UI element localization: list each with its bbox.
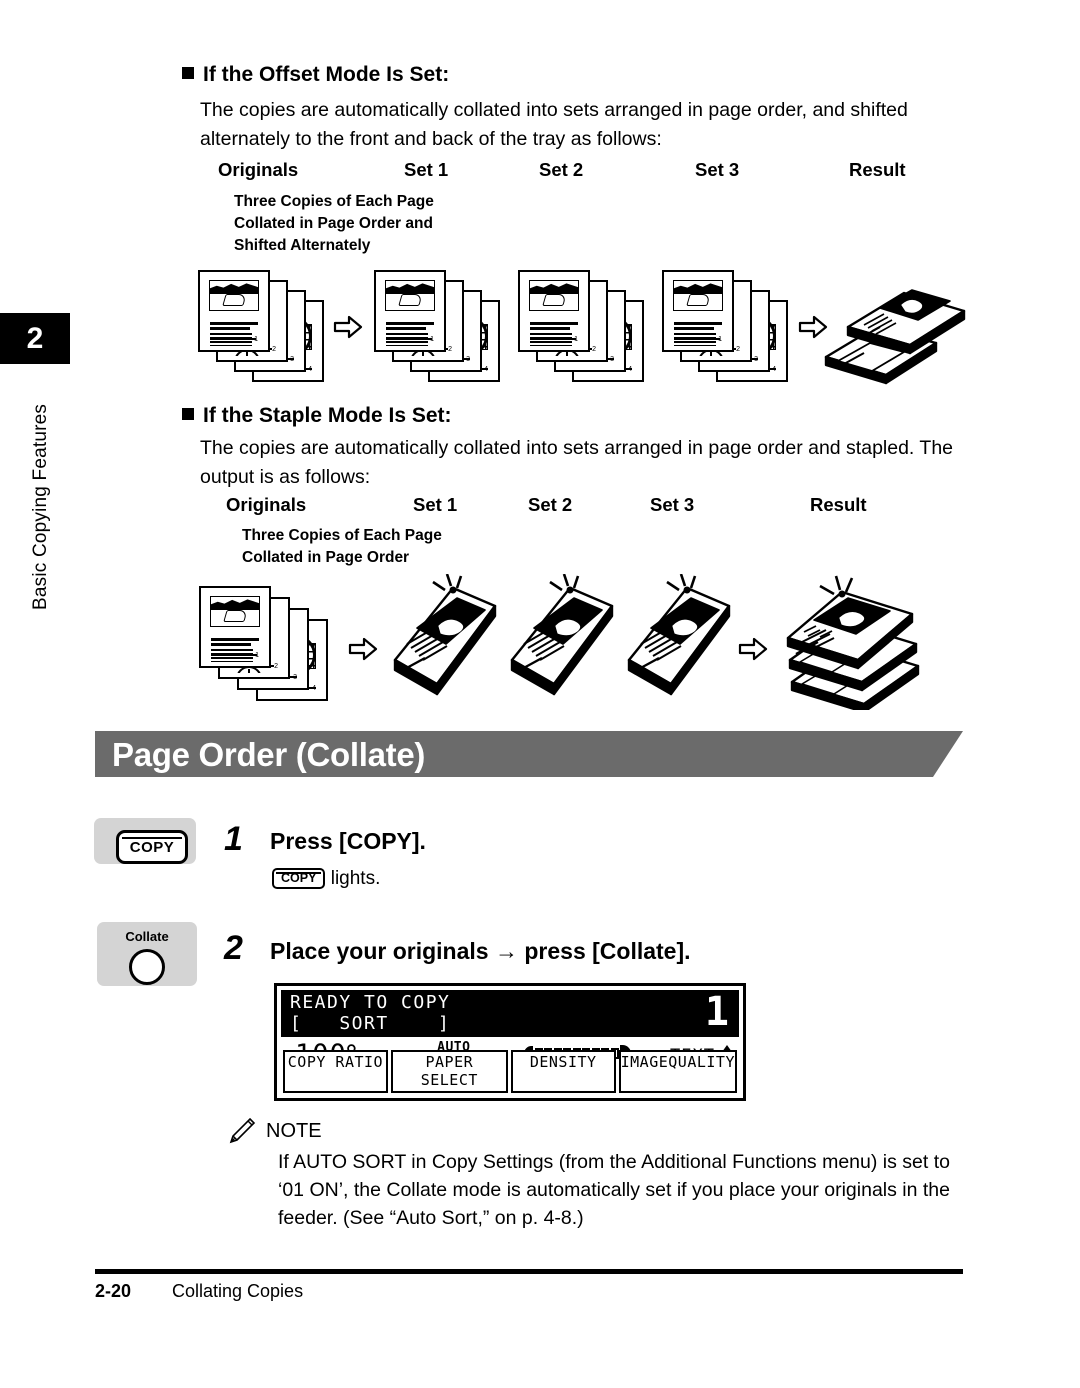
collate-key-label: Collate	[125, 929, 169, 944]
section-body-staple: The copies are automatically collated in…	[200, 437, 954, 488]
lcd-button-copy-ratio[interactable]: COPY RATIO	[283, 1050, 388, 1093]
step-number-1: 1	[224, 820, 243, 858]
lcd-copy-count: 1	[704, 989, 729, 1035]
pencil-icon	[228, 1116, 256, 1144]
note-label: NOTE	[266, 1120, 322, 1142]
set2-stack-offset: 4 3 2 1	[516, 268, 646, 383]
square-bullet-icon-2	[182, 408, 194, 420]
col-head-set3-staple: Set 3	[650, 494, 695, 515]
note-body: If AUTO SORT in Copy Settings (from the …	[278, 1151, 950, 1229]
section-heading-offset: If the Offset Mode Is Set:	[182, 63, 449, 87]
banner-title: Page Order (Collate)	[112, 736, 426, 773]
square-bullet-icon	[182, 67, 194, 79]
col-head-result-offset: Result	[849, 159, 906, 180]
footer-divider	[95, 1269, 963, 1274]
col-head-set1-offset: Set 1	[404, 159, 449, 180]
lcd-status-line1: READY TO COPY	[290, 992, 451, 1013]
collate-key-button-icon[interactable]	[129, 949, 165, 985]
collate-key-graphic[interactable]: Collate	[97, 922, 197, 986]
col-head-set2-staple: Set 2	[528, 494, 573, 515]
col-head-originals-staple: Originals	[226, 494, 307, 515]
lcd-soft-button-row: COPY RATIO PAPER SELECT DENSITY IMAGEQUA…	[283, 1045, 737, 1093]
set3-stack-offset: 4 3 2 1	[660, 268, 790, 383]
lcd-button-density[interactable]: DENSITY	[510, 1050, 616, 1093]
copy-key-label: COPY	[116, 830, 188, 864]
set2-stapled-set	[506, 574, 618, 706]
lcd-button-image-quality[interactable]: IMAGEQUALITY	[618, 1045, 737, 1093]
chapter-title-vertical: Basic Copying Features	[30, 403, 51, 610]
lcd-status-bar: READY TO COPY [ SORT ] 1	[281, 989, 739, 1037]
lcd-button-image-quality-label: IMAGEQUALITY	[620, 1053, 735, 1071]
originals-stack-staple: 4 3 2 1	[198, 585, 333, 703]
step-number-2: 2	[224, 929, 243, 967]
caption-offset: Three Copies of Each Page Collated in Pa…	[234, 193, 434, 254]
footer-page-number: 2-20	[95, 1281, 132, 1301]
chapter-number-tab: 2	[0, 313, 70, 364]
col-head-set1-staple: Set 1	[413, 494, 458, 515]
chapter-number: 2	[26, 321, 44, 355]
arrow-right-icon-offset-1	[333, 314, 363, 340]
copy-key-graphic[interactable]: COPY	[94, 818, 196, 864]
col-head-set3-offset: Set 3	[695, 159, 740, 180]
lcd-button-paper-select[interactable]: PAPER SELECT	[390, 1050, 508, 1093]
result-stapled-stack	[778, 570, 938, 710]
arrow-right-icon-staple-2	[738, 636, 768, 662]
result-offset-stack	[818, 265, 968, 387]
set3-stapled-set	[623, 574, 735, 706]
arrow-right-icon-staple-1	[348, 636, 378, 662]
step-title-2: Place your originals → press [Collate].	[270, 938, 691, 964]
section-heading-staple: If the Staple Mode Is Set:	[182, 404, 452, 428]
caption-staple: Three Copies of Each Page Collated in Pa…	[242, 527, 442, 566]
footer-section-title: Collating Copies	[172, 1281, 304, 1301]
col-head-set2-offset: Set 2	[539, 159, 584, 180]
col-head-result-staple: Result	[810, 494, 867, 515]
step-title-1: Press [COPY].	[270, 828, 426, 854]
section-body-offset: The copies are automatically collated in…	[200, 99, 908, 150]
caret-up-icon	[722, 1045, 732, 1052]
lcd-status-line2: [ SORT ]	[290, 1013, 451, 1034]
lcd-display: READY TO COPY [ SORT ] 1 100% AUTO PAPER…	[274, 983, 746, 1101]
col-head-originals-offset: Originals	[218, 159, 299, 180]
originals-stack-offset: 4 3 2 1	[196, 268, 326, 383]
set1-stack-offset: 4 3 2 1	[372, 268, 502, 383]
set1-stapled-set	[389, 574, 501, 706]
step-1-substep-text: lights.	[330, 868, 381, 889]
step-1-substep: COPY lights.	[272, 868, 380, 891]
inline-copy-key-icon: COPY	[272, 868, 326, 889]
